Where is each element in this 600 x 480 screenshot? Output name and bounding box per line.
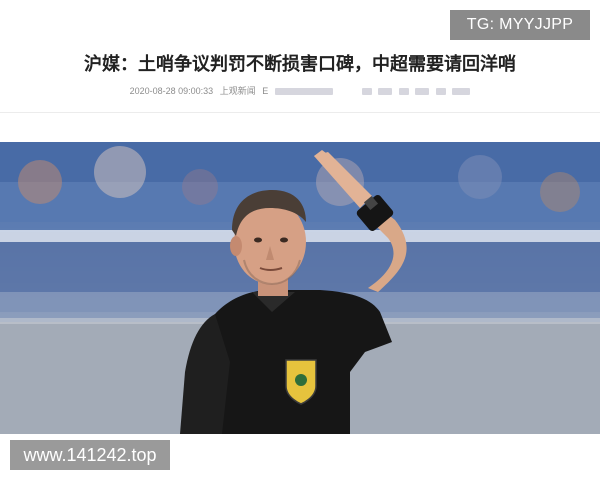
blurred-text bbox=[398, 88, 409, 96]
blurred-text bbox=[435, 88, 446, 96]
tg-watermark: TG: MYYJJPP bbox=[450, 10, 590, 40]
article-author: E bbox=[262, 86, 269, 96]
blurred-author-name bbox=[274, 88, 333, 96]
url-watermark: www.141242.top bbox=[10, 440, 170, 470]
article-timestamp: 2020-08-28 09:00:33 bbox=[129, 86, 214, 96]
article-source[interactable]: 上观新闻 bbox=[220, 86, 256, 96]
blurred-text bbox=[378, 88, 393, 96]
blurred-text bbox=[361, 88, 372, 96]
blurred-text bbox=[415, 88, 430, 96]
divider bbox=[0, 112, 600, 113]
blurred-text bbox=[452, 88, 471, 96]
article-photo bbox=[0, 142, 600, 434]
article-headline: 沪媒：土哨争议判罚不断损害口碑，中超需要请回洋哨 bbox=[84, 54, 516, 75]
article-meta: 2020-08-28 09:00:33 上观新闻 E bbox=[0, 84, 600, 97]
referee-photo-illustration bbox=[0, 142, 600, 434]
